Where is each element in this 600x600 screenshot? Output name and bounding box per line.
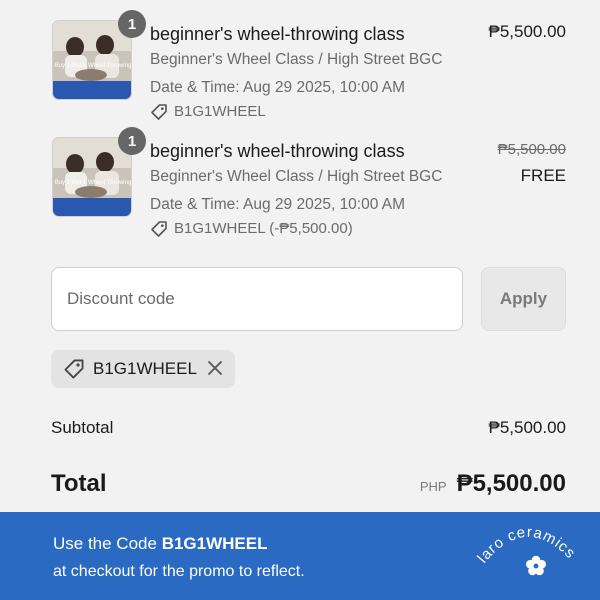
item-code-label: B1G1WHEEL (-₱5,500.00)	[174, 220, 353, 237]
item-discount-code: B1G1WHEEL (-₱5,500.00)	[150, 218, 470, 240]
promo-banner: Use the Code B1G1WHEEL at checkout for t…	[0, 512, 600, 600]
tag-icon	[151, 104, 167, 120]
original-price: ₱5,500.00	[497, 141, 566, 158]
tag-icon	[151, 221, 167, 237]
close-icon[interactable]	[207, 358, 223, 380]
banner-prefix: Use the Code	[53, 534, 162, 553]
product-image: Buy 1 Get 1 Wheel Throwing	[53, 138, 132, 216]
banner-line-1: Use the Code B1G1WHEEL	[53, 534, 267, 554]
item-discount-code: B1G1WHEEL	[150, 101, 470, 123]
item-variant: Beginner's Wheel Class / High Street BGC	[150, 51, 443, 68]
quantity-badge: 1	[118, 127, 146, 155]
discounted-price: FREE	[520, 166, 566, 185]
svg-text:Buy 1 Get 1 Wheel Throwing: Buy 1 Get 1 Wheel Throwing	[55, 63, 132, 69]
item-price: ₱5,500.00 FREE	[498, 139, 566, 189]
total-currency: PHP	[419, 479, 447, 494]
applied-code-chip: B1G1WHEEL	[51, 350, 235, 388]
flower-icon	[526, 555, 546, 576]
subtotal-label: Subtotal	[51, 418, 114, 437]
line-item: Buy 1 Get 1 Wheel Throwing 1 beginner's …	[52, 127, 566, 245]
total-label: Total	[51, 470, 107, 497]
item-code-label: B1G1WHEEL	[174, 103, 266, 120]
quantity-badge: 1	[118, 10, 146, 38]
brand-logo: laro ceramics	[476, 524, 579, 576]
product-image: Buy 1 Get 1 Wheel Throwing	[53, 21, 132, 99]
applied-code-label: B1G1WHEEL	[93, 359, 197, 378]
banner-code: B1G1WHEEL	[161, 534, 268, 553]
item-title: beginner's wheel-throwing class	[150, 141, 405, 161]
item-date: Date & Time: Aug 29 2025, 10:00 AM	[150, 79, 406, 96]
discount-code-input[interactable]	[51, 267, 463, 331]
item-date: Date & Time: Aug 29 2025, 10:00 AM	[150, 196, 406, 213]
item-price: ₱5,500.00	[488, 22, 566, 41]
item-variant: Beginner's Wheel Class / High Street BGC	[150, 168, 443, 185]
product-thumbnail: Buy 1 Get 1 Wheel Throwing 1	[52, 127, 146, 217]
line-item: Buy 1 Get 1 Wheel Throwing 1 beginner's …	[52, 10, 566, 128]
tag-icon	[64, 359, 84, 379]
product-thumbnail: Buy 1 Get 1 Wheel Throwing 1	[52, 10, 146, 100]
banner-line-2: at checkout for the promo to reflect.	[53, 563, 305, 580]
svg-text:Buy 1 Get 1 Wheel Throwing: Buy 1 Get 1 Wheel Throwing	[55, 180, 132, 186]
apply-button[interactable]: Apply	[481, 267, 566, 331]
svg-text:laro ceramics: laro ceramics	[476, 524, 579, 567]
subtotal-row: Subtotal ₱5,500.00	[51, 418, 566, 438]
total-row: Total PHP ₱5,500.00	[51, 470, 566, 498]
subtotal-value: ₱5,500.00	[488, 418, 566, 437]
item-title: beginner's wheel-throwing class	[150, 24, 405, 44]
total-amount: ₱5,500.00	[456, 470, 566, 497]
